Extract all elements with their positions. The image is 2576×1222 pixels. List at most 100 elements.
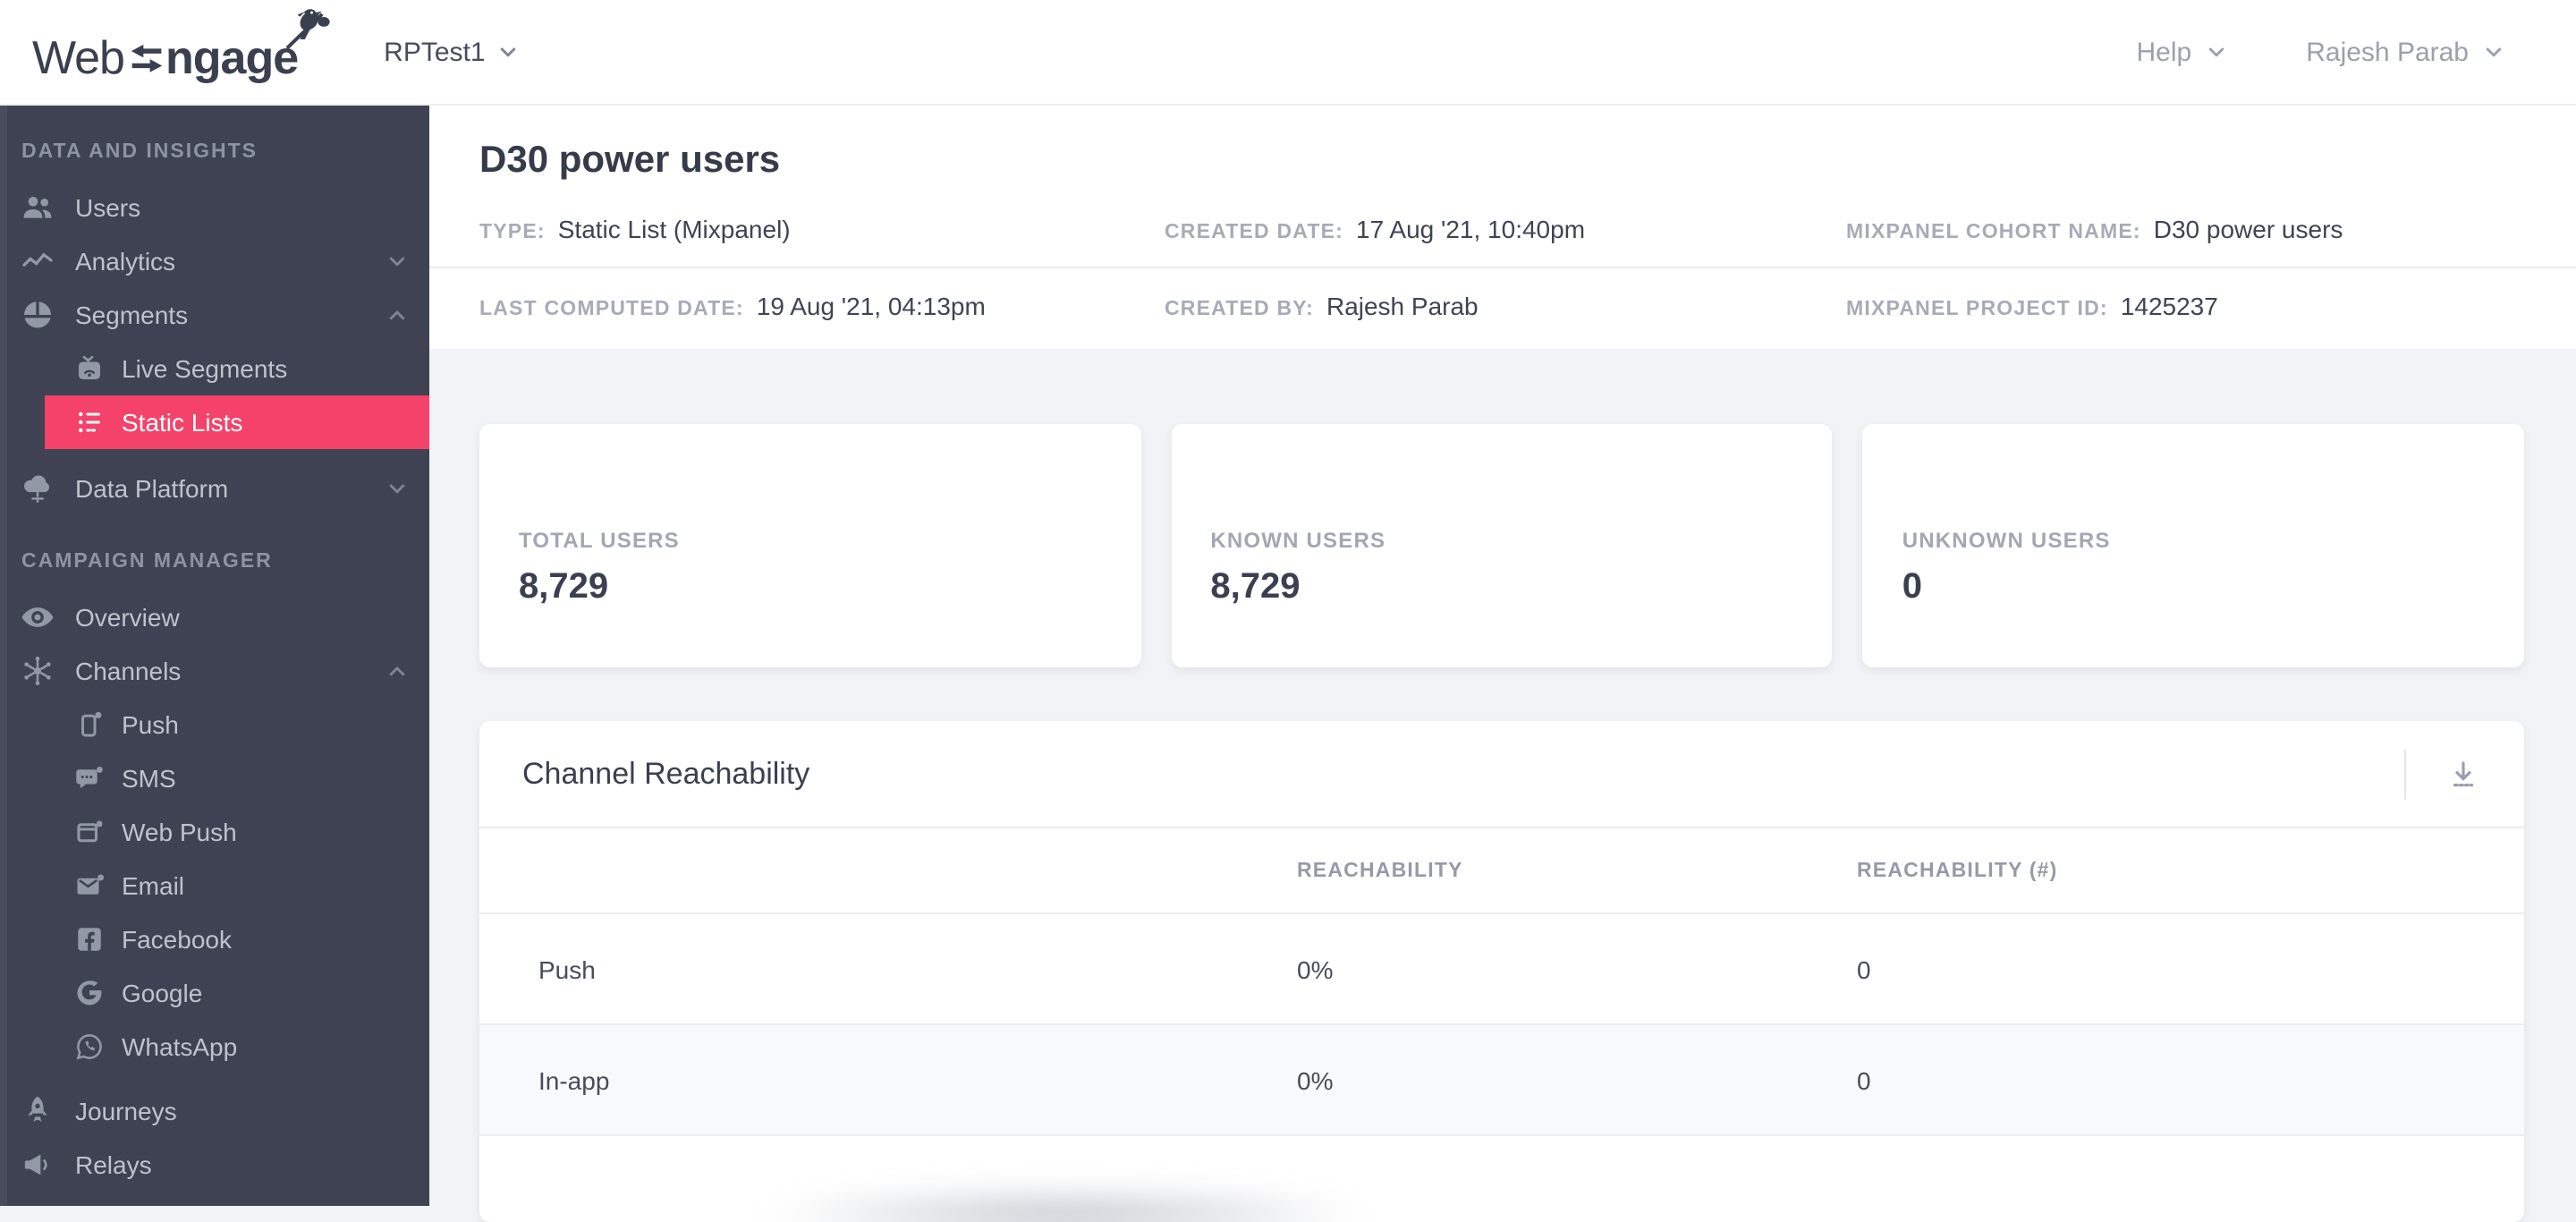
sidebar-item-segments[interactable]: Segments [0, 288, 429, 342]
vertical-divider [2404, 749, 2406, 799]
stat-value: 8,729 [519, 567, 609, 607]
logo-text-ngage: ngage [165, 30, 299, 84]
meta-project-id: MIXPANEL PROJECT ID: 1425237 [1846, 292, 2524, 320]
chevron-up-icon [386, 660, 408, 682]
sidebar-item-label: Journeys [75, 1097, 177, 1125]
sidebar-item-analytics[interactable]: Analytics [0, 234, 429, 288]
project-name: RPTest1 [384, 37, 486, 67]
stat-card-unknown-users: UNKNOWN USERS 0 [1862, 424, 2525, 667]
meta-created-date: CREATED DATE: 17 Aug '21, 10:40pm [1165, 215, 1846, 243]
facebook-icon [72, 921, 107, 957]
sidebar-item-google[interactable]: Google [0, 966, 429, 1020]
sidebar-item-data-platform[interactable]: Data Platform [0, 462, 429, 515]
channel-reachability-card: Channel Reachability REACHABILITY REACHA… [479, 721, 2524, 1222]
meta-value: Static List (Mixpanel) [557, 215, 791, 243]
meta-label: MIXPANEL PROJECT ID: [1846, 299, 2108, 320]
whatsapp-icon [72, 1029, 107, 1065]
reachability-value: 0% [1297, 955, 1334, 983]
help-label: Help [2136, 37, 2192, 67]
chevron-down-icon [2483, 41, 2504, 63]
stat-value: 8,729 [1210, 567, 1301, 607]
stat-label: KNOWN USERS [1210, 528, 1386, 553]
reachability-value: 0% [1297, 1065, 1334, 1094]
download-button[interactable] [2431, 747, 2496, 801]
column-reachability: REACHABILITY [1297, 860, 1463, 881]
main-content: D30 power users TYPE: Static List (Mixpa… [429, 106, 2576, 1222]
meta-created-by: CREATED BY: Rajesh Parab [1165, 292, 1846, 320]
meta-row-1: TYPE: Static List (Mixpanel) CREATED DAT… [429, 215, 2576, 268]
pie-segments-icon [18, 297, 57, 333]
logo-double-arrow-icon [128, 43, 164, 79]
webengage-logo[interactable]: Web ngage [32, 9, 329, 88]
meta-label: TYPE: [479, 222, 546, 243]
sidebar: DATA AND INSIGHTS Users Analytics Segmen… [0, 106, 429, 1206]
webengage-app: Web ngage RPTest1 Help Rajesh Parab DATA… [0, 0, 2576, 1222]
megaphone-icon [18, 1147, 57, 1183]
topbar-right: Help Rajesh Parab [2137, 37, 2505, 67]
meta-row-2: LAST COMPUTED DATE: 19 Aug '21, 04:13pm … [429, 268, 2576, 349]
meta-value: D30 power users [2153, 215, 2343, 243]
users-icon [18, 190, 57, 225]
line-chart-icon [18, 243, 57, 279]
sidebar-item-journeys[interactable]: Journeys [0, 1084, 429, 1138]
reachability-header: Channel Reachability [479, 721, 2524, 828]
sidebar-item-users[interactable]: Users [0, 181, 429, 234]
sidebar-item-label: Data Platform [75, 474, 229, 503]
meta-label: MIXPANEL COHORT NAME: [1846, 222, 2141, 243]
chevron-up-icon [386, 304, 408, 326]
channel-name: Push [538, 955, 596, 983]
bulleted-list-icon [72, 404, 107, 440]
sidebar-section-data-and-insights: DATA AND INSIGHTS [21, 141, 258, 163]
user-menu[interactable]: Rajesh Parab [2306, 37, 2504, 67]
sidebar-item-sms[interactable]: SMS [0, 751, 429, 805]
browser-window-icon [72, 814, 107, 850]
meta-label: CREATED BY: [1165, 299, 1314, 320]
column-reachability-count: REACHABILITY (#) [1857, 860, 2058, 881]
sidebar-item-label: Email [122, 871, 185, 900]
sidebar-item-channels[interactable]: Channels [0, 644, 429, 698]
bottom-shadow [637, 1172, 1496, 1222]
bird-icon [282, 5, 330, 50]
help-menu[interactable]: Help [2137, 37, 2228, 67]
sidebar-item-label: Push [122, 710, 179, 739]
reachability-actions [2404, 747, 2496, 801]
sidebar-item-whatsapp[interactable]: WhatsApp [0, 1020, 429, 1073]
channel-name: In-app [538, 1065, 610, 1094]
stat-card-known-users: KNOWN USERS 8,729 [1171, 424, 1833, 667]
sidebar-item-push[interactable]: Push [0, 698, 429, 751]
sidebar-item-label: Facebook [122, 925, 232, 954]
meta-value: 17 Aug '21, 10:40pm [1356, 215, 1586, 243]
project-selector[interactable]: RPTest1 [384, 37, 519, 67]
top-bar: Web ngage RPTest1 Help Rajesh Parab [0, 0, 2576, 106]
reachability-count: 0 [1857, 955, 1871, 983]
sidebar-item-relays[interactable]: Relays [0, 1138, 429, 1192]
meta-type: TYPE: Static List (Mixpanel) [479, 215, 1165, 243]
page-header: D30 power users TYPE: Static List (Mixpa… [429, 106, 2576, 349]
sidebar-item-web-push[interactable]: Web Push [0, 805, 429, 859]
table-row-push: Push 0% 0 [479, 914, 2524, 1025]
eye-icon [18, 599, 57, 635]
sidebar-item-facebook[interactable]: Facebook [0, 912, 429, 966]
chevron-down-icon [2206, 41, 2227, 63]
sidebar-item-static-lists[interactable]: Static Lists [45, 395, 429, 449]
meta-value: Rajesh Parab [1326, 292, 1479, 320]
meta-label: CREATED DATE: [1165, 222, 1344, 243]
chevron-down-icon [386, 478, 408, 499]
meta-value: 1425237 [2120, 292, 2218, 320]
sidebar-item-label: Overview [75, 603, 180, 632]
rocket-icon [18, 1093, 57, 1129]
sidebar-item-label: Relays [75, 1150, 152, 1179]
stat-label: UNKNOWN USERS [1902, 528, 2111, 553]
sidebar-item-live-segments[interactable]: Live Segments [0, 342, 429, 395]
meta-value: 19 Aug '21, 04:13pm [756, 292, 986, 320]
sidebar-item-email[interactable]: Email [0, 859, 429, 912]
sidebar-item-overview[interactable]: Overview [0, 590, 429, 644]
google-icon [72, 975, 107, 1011]
sidebar-item-label: Users [75, 193, 141, 222]
sidebar-item-label: Google [122, 979, 203, 1007]
sidebar-item-label: SMS [122, 764, 176, 793]
sidebar-item-label: Static Lists [122, 408, 243, 437]
stat-cards: TOTAL USERS 8,729 KNOWN USERS 8,729 UNKN… [479, 424, 2525, 667]
reachability-title: Channel Reachability [522, 756, 810, 790]
sidebar-item-label: Analytics [75, 247, 176, 276]
